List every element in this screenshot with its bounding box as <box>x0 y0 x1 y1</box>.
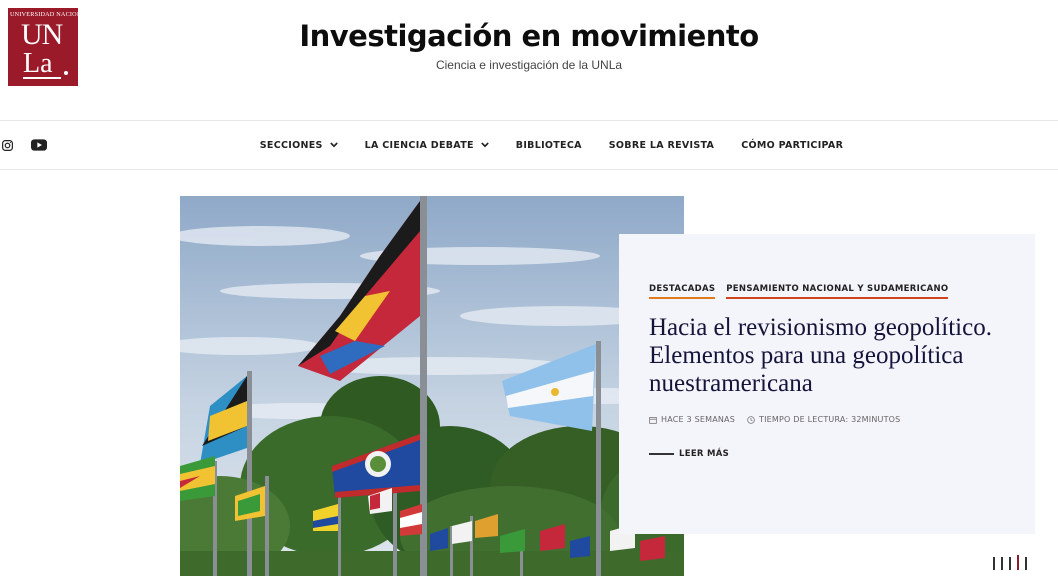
chevron-down-icon <box>481 142 489 148</box>
reading-time-text: TIEMPO DE LECTURA: 32MINUTOS <box>759 415 901 424</box>
slider-dot-2[interactable] <box>1001 557 1003 570</box>
nav-item-sobre-la-revista[interactable]: SOBRE LA REVISTA <box>609 140 714 151</box>
site-tagline: Ciencia e investigación de la UNLa <box>435 58 623 72</box>
read-more-link[interactable]: LEER MÁS <box>649 449 729 459</box>
slider-dot-5[interactable] <box>1025 557 1027 570</box>
slider-dot-4[interactable] <box>1017 555 1019 570</box>
main-navigation-bar: SECCIONES LA CIENCIA DEBATE BIBLIOTECA S… <box>0 120 1058 170</box>
slider-dot-3[interactable] <box>1009 557 1011 570</box>
nav-item-label: CÓMO PARTICIPAR <box>741 139 844 151</box>
site-title[interactable]: Investigación en movimiento <box>0 19 1058 53</box>
featured-post-card: DESTACADAS PENSAMIENTO NACIONAL Y SUDAME… <box>619 234 1035 534</box>
post-meta: HACE 3 SEMANAS TIEMPO DE LECTURA: 32MINU… <box>649 415 912 424</box>
nav-item-secciones[interactable]: SECCIONES <box>260 140 338 151</box>
slider-pagination <box>993 555 1033 570</box>
category-list: DESTACADAS PENSAMIENTO NACIONAL Y SUDAME… <box>649 284 959 299</box>
nav-item-label: BIBLIOTECA <box>515 139 582 151</box>
nav-item-label: SECCIONES <box>259 139 323 151</box>
featured-image[interactable] <box>180 196 684 576</box>
read-more-label: LEER MÁS <box>679 449 730 459</box>
main-menu: SECCIONES LA CIENCIA DEBATE BIBLIOTECA S… <box>0 121 1058 169</box>
clock-icon <box>747 415 755 424</box>
logo-underline <box>23 77 61 79</box>
slider-dot-1[interactable] <box>993 557 995 570</box>
nav-item-como-participar[interactable]: CÓMO PARTICIPAR <box>741 140 843 151</box>
read-more-line <box>649 453 674 455</box>
featured-post-title[interactable]: Hacia el revisionismo geopolítico. Eleme… <box>649 314 1009 398</box>
nav-item-biblioteca[interactable]: BIBLIOTECA <box>516 140 582 151</box>
calendar-icon <box>649 416 657 424</box>
post-date: HACE 3 SEMANAS <box>649 415 735 424</box>
post-reading-time: TIEMPO DE LECTURA: 32MINUTOS <box>747 415 900 424</box>
nav-item-label: SOBRE LA REVISTA <box>608 139 715 151</box>
post-date-text: HACE 3 SEMANAS <box>661 415 736 424</box>
category-pensamiento-nacional[interactable]: PENSAMIENTO NACIONAL Y SUDAMERICANO <box>726 284 949 299</box>
nav-item-label: LA CIENCIA DEBATE <box>364 139 474 151</box>
category-destacadas[interactable]: DESTACADAS <box>649 284 716 299</box>
chevron-down-icon <box>329 142 338 148</box>
nav-item-la-ciencia-debate[interactable]: LA CIENCIA DEBATE <box>365 140 489 151</box>
